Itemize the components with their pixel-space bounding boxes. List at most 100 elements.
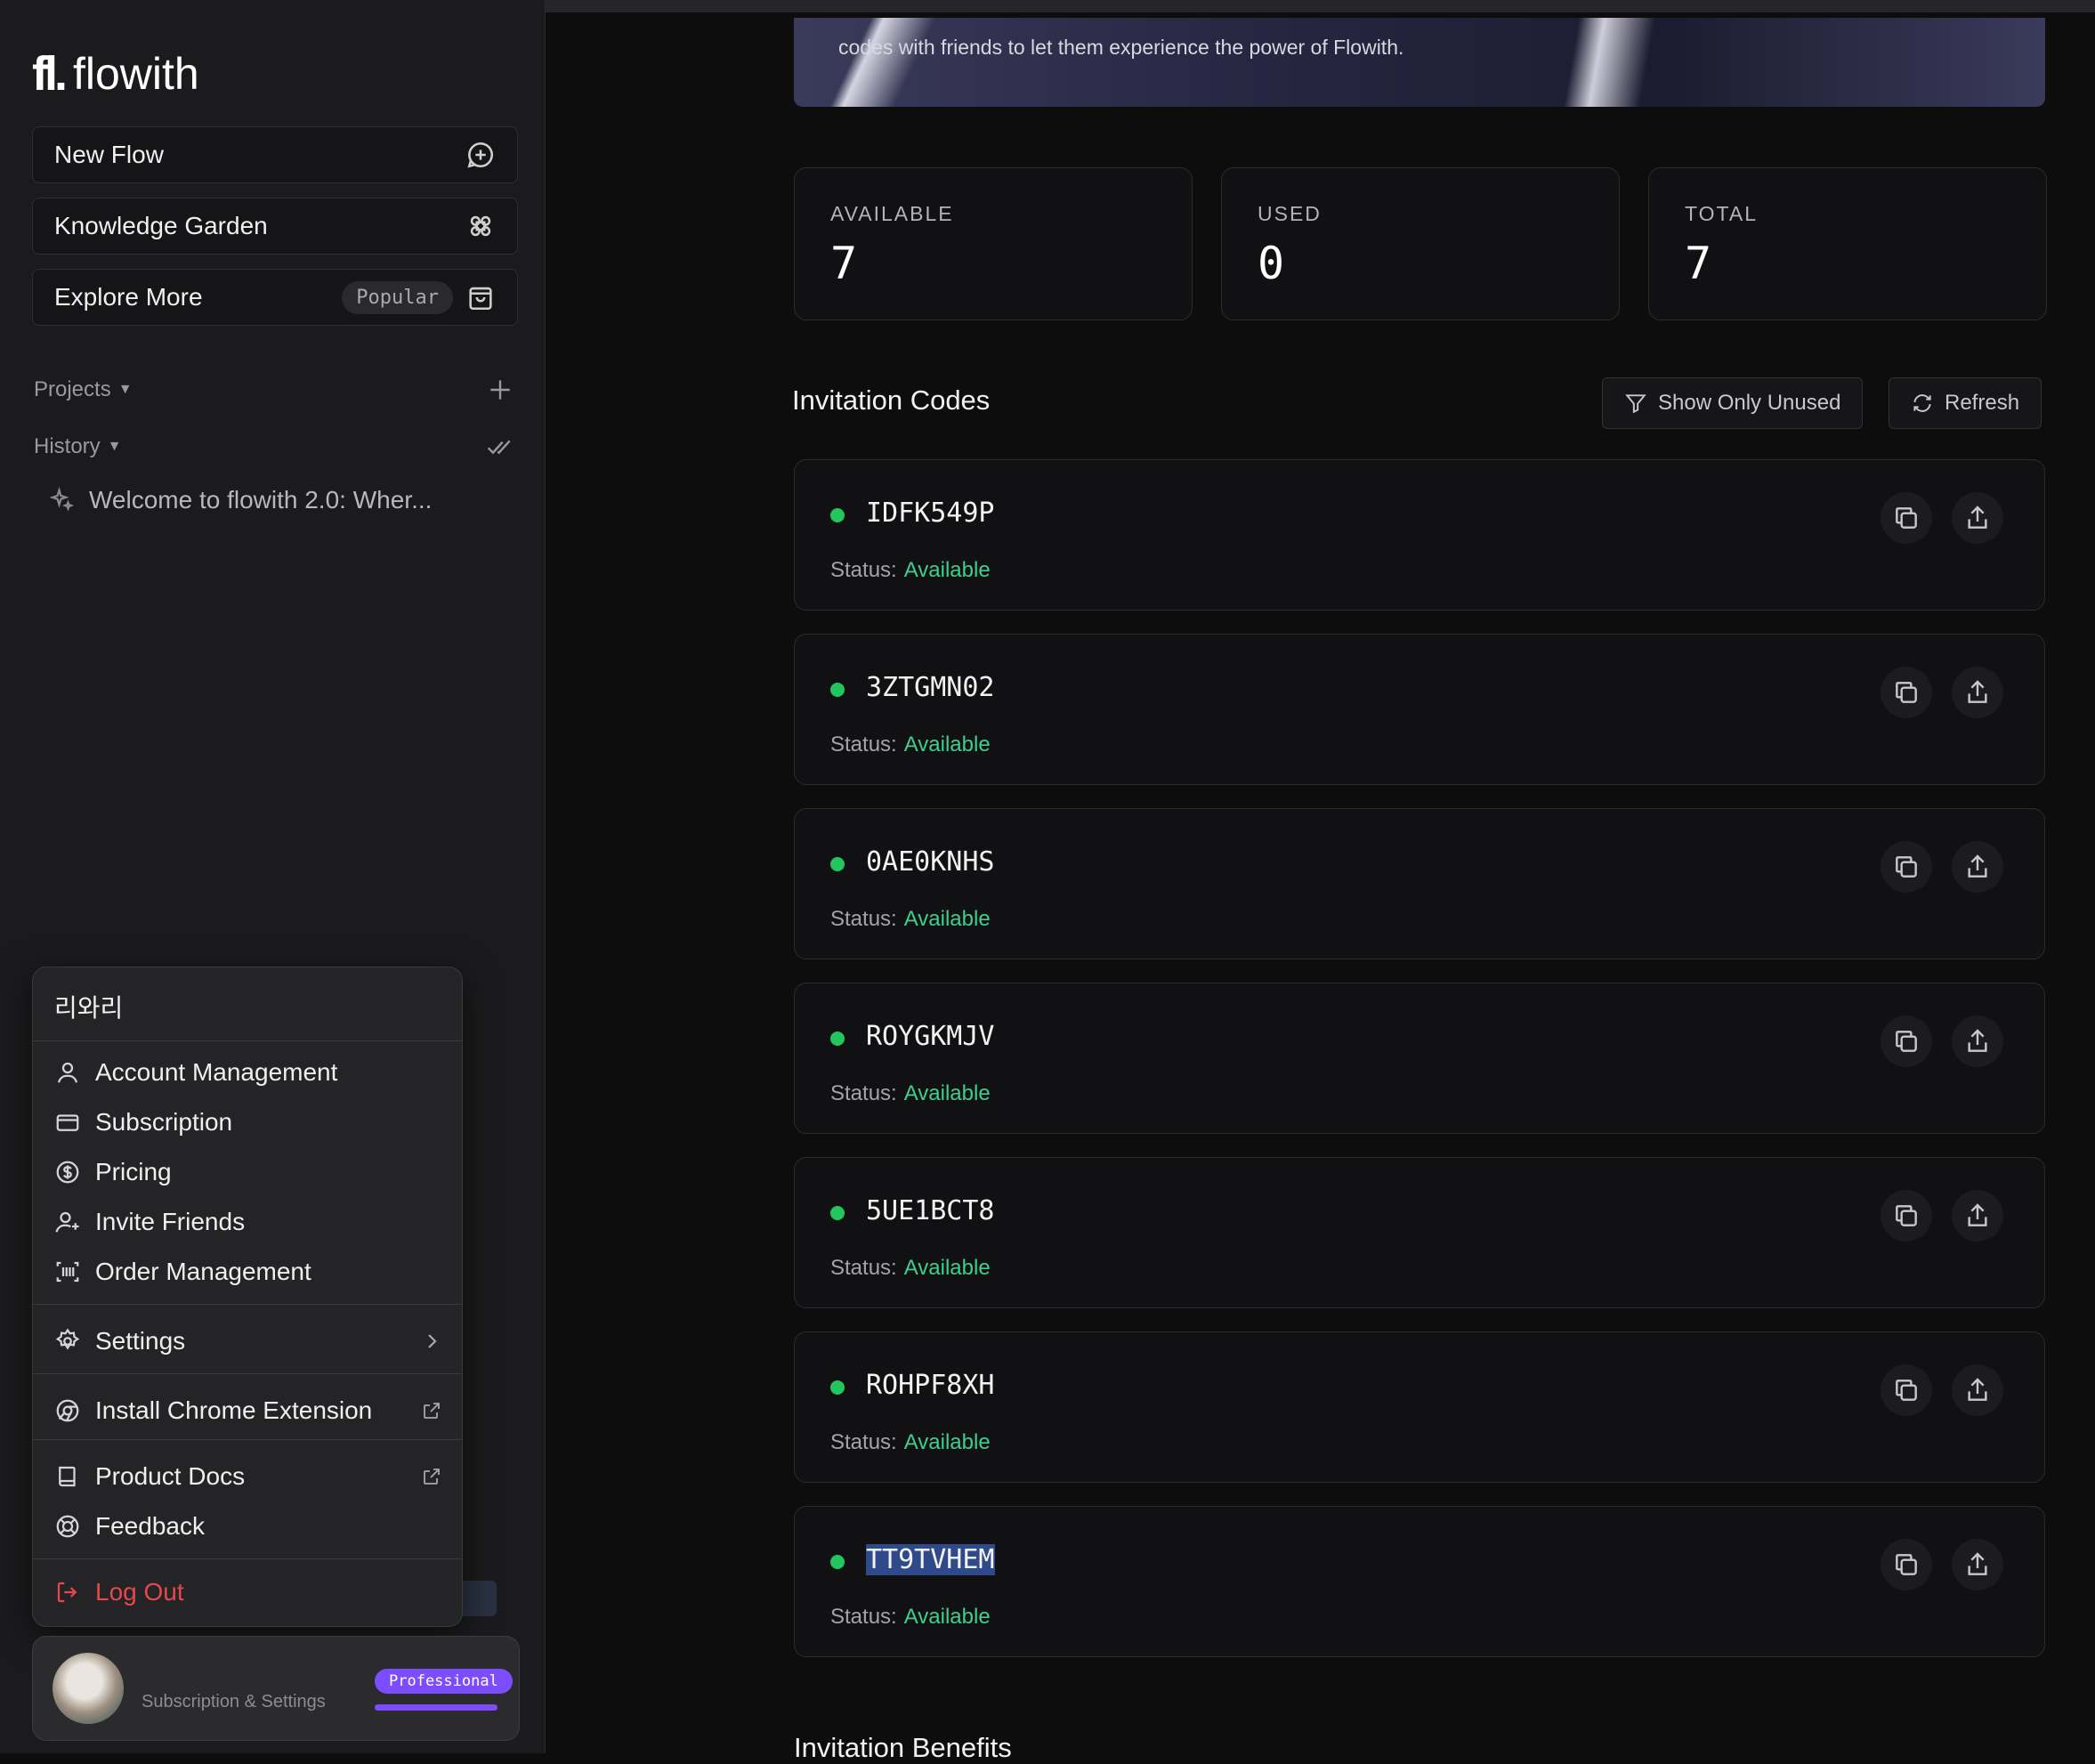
menu-divider [33,1304,462,1305]
invitation-code[interactable]: 5UE1BCT8 [866,1195,995,1226]
copy-button[interactable] [1881,841,1932,893]
invitation-code[interactable]: TT9TVHEM [866,1544,995,1575]
logout-icon [57,1582,77,1603]
menu-item-feedback[interactable]: Feedback [54,1505,442,1548]
menu-item-pricing[interactable]: Pricing [54,1151,442,1194]
plan-usage-bar [375,1704,497,1711]
knowledge-garden-label: Knowledge Garden [54,212,268,239]
invitation-code-card: TT9TVHEM Status: Available [794,1506,2045,1657]
status-dot [830,1032,845,1046]
copy-icon [1896,856,1917,878]
status-dot [830,508,845,522]
status-value: Available [903,907,991,931]
app-logo[interactable]: fl. flowith [32,46,199,101]
history-label: History [34,434,101,458]
copy-button[interactable] [1881,1539,1932,1590]
menu-item-log-out[interactable]: Log Out [54,1571,442,1614]
menu-item-label: Feedback [95,1512,205,1540]
explore-more-button[interactable]: Explore More Popular [32,269,518,326]
invitation-code[interactable]: ROHPF8XH [866,1370,995,1401]
new-flow-label: New Flow [54,141,164,168]
menu-item-label: Order Management [95,1258,311,1285]
user-plus-icon [55,1211,79,1233]
status-value: Available [903,1256,991,1280]
logo-mark: fl. [32,47,68,101]
code-status: Status: Available [830,1430,991,1455]
refresh-button[interactable]: Refresh [1889,377,2042,429]
share-button[interactable] [1952,492,2003,544]
code-status: Status: Available [830,1081,991,1106]
popular-badge: Popular [342,280,453,314]
double-check-icon[interactable] [486,433,514,461]
share-button[interactable] [1952,1364,2003,1416]
new-flow-button[interactable]: New Flow [32,126,518,183]
stat-total: TOTAL 7 [1648,167,2047,320]
share-button[interactable] [1952,1539,2003,1590]
projects-section-header[interactable]: Projects ▼ [34,374,514,406]
history-section-header[interactable]: History ▼ [34,431,514,463]
share-button[interactable] [1952,841,2003,893]
status-label: Status: [830,732,897,757]
show-only-unused-button[interactable]: Show Only Unused [1602,377,1864,429]
status-label: Status: [830,1605,897,1629]
stat-label: TOTAL [1685,202,1758,225]
menu-item-invite-friends[interactable]: Invite Friends [54,1201,442,1243]
projects-label: Projects [34,377,111,401]
status-label: Status: [830,1256,897,1280]
status-value: Available [903,558,991,582]
menu-item-install-chrome-extension[interactable]: Install Chrome Extension [54,1389,442,1432]
gear-icon [55,1328,80,1350]
filter-icon [1625,394,1646,414]
code-status: Status: Available [830,1256,991,1281]
copy-button[interactable] [1881,667,1932,718]
invitation-code[interactable]: IDFK549P [866,498,995,529]
invitation-code-card: IDFK549P Status: Available [794,459,2045,611]
share-button[interactable] [1952,1016,2003,1067]
stat-value: 7 [1685,238,1712,289]
share-button[interactable] [1952,667,2003,718]
share-button[interactable] [1952,1190,2003,1242]
history-item[interactable]: Welcome to flowith 2.0: Wher... [48,486,432,514]
copy-icon [1896,1205,1917,1226]
stat-value: 0 [1258,238,1285,289]
copy-button[interactable] [1881,1016,1932,1067]
menu-item-subscription[interactable]: Subscription [54,1101,442,1144]
invitation-codes-title: Invitation Codes [792,384,991,416]
status-label: Status: [830,558,897,582]
status-label: Status: [830,1081,897,1105]
profile-card[interactable]: Subscription & Settings Professional [32,1636,520,1741]
share-icon [1968,506,1987,529]
caret-down-icon: ▼ [117,382,133,397]
status-value: Available [903,1081,991,1105]
copy-button[interactable] [1881,492,1932,544]
logo-wordmark: flowith [73,49,199,99]
menu-item-settings[interactable]: Settings [54,1320,442,1363]
status-value: Available [903,1430,991,1454]
copy-button[interactable] [1881,1364,1932,1416]
menu-item-account-management[interactable]: Account Management [54,1051,442,1094]
garden-icon [470,215,491,237]
invitation-code-card: 3ZTGMN02 Status: Available [794,634,2045,785]
user-menu: 리와리 Account Management Subscription Pric… [32,967,463,1627]
copy-button[interactable] [1881,1190,1932,1242]
banner-text: codes with friends to let them experienc… [838,36,1404,59]
invitation-code[interactable]: 3ZTGMN02 [866,672,995,703]
invitation-code[interactable]: 0AE0KNHS [866,846,995,878]
share-icon [1968,1029,1987,1052]
menu-item-product-docs[interactable]: Product Docs [54,1455,442,1498]
invitation-code[interactable]: ROYGKMJV [866,1021,995,1052]
new-chat-icon [467,142,493,168]
status-label: Status: [830,907,897,931]
add-project-icon[interactable] [486,376,514,404]
status-dot [830,1380,845,1395]
history-item-title: Welcome to flowith 2.0: Wher... [89,486,433,514]
copy-icon [1896,507,1917,529]
copy-icon [1896,1380,1917,1401]
menu-item-label: Invite Friends [95,1208,246,1235]
share-icon [1968,1203,1987,1226]
dollar-circle-icon [56,1161,79,1184]
barcode-icon [56,1261,79,1283]
refresh-icon [1913,394,1931,412]
menu-item-order-management[interactable]: Order Management [54,1250,442,1293]
knowledge-garden-button[interactable]: Knowledge Garden [32,198,518,255]
